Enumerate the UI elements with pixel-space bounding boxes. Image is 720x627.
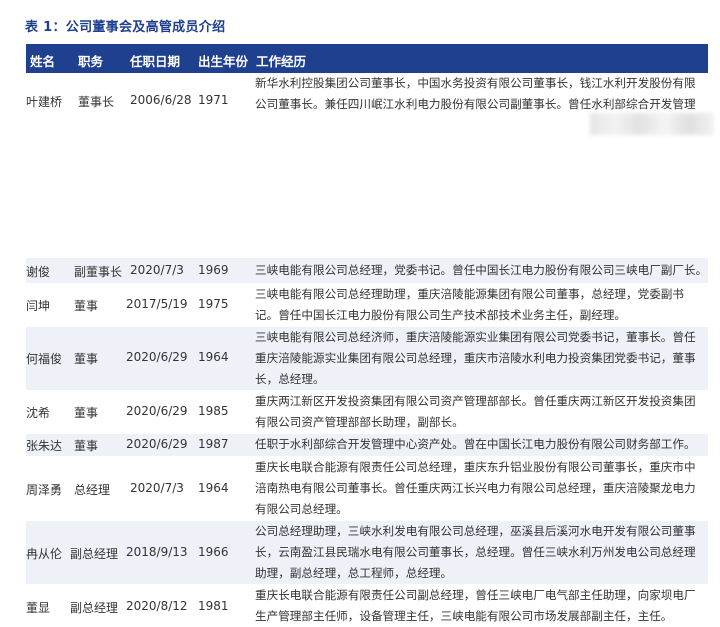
cell-position: 董事长: [78, 95, 115, 109]
header-date: 任职日期: [130, 54, 181, 69]
table-header: 姓名 职务 任职日期 出生年份 工作经历: [26, 44, 708, 73]
table-row: 叶建桥 董事长 2006/6/28 1971 新华水利控股集团公司董事长，中国水…: [26, 73, 708, 258]
blurred-text-redaction: [590, 113, 714, 135]
cell-born: 1971: [198, 93, 229, 107]
cell-born: 1987: [198, 437, 229, 451]
cell-born: 1981: [198, 599, 229, 613]
header-name: 姓名: [30, 54, 56, 69]
cell-name: 冉从伦: [26, 547, 63, 561]
table-row: 冉从伦 副总经理 2018/9/13 1966 公司总经理助理，三峡水利发电有限…: [26, 521, 708, 584]
table-row: 周泽勇 总经理 2020/7/3 1964 重庆长电联合能源有限责任公司总经理，…: [26, 457, 708, 520]
cell-position: 副董事长: [74, 265, 123, 279]
cell-experience: 公司总经理助理，三峡水利发电有限公司总经理，巫溪县后溪河水电开发有限公司董事长，…: [255, 524, 696, 580]
cell-experience: 三峡电能有限公司总经理，党委书记。曾任中国长江电力股份有限公司三峡电厂副厂长。: [255, 263, 708, 277]
cell-experience: 三峡电能有限公司总经济师，重庆涪陵能源实业集团有限公司党委书记，董事长。曾任重庆…: [255, 330, 696, 386]
cell-date: 2017/5/19: [126, 297, 188, 311]
cell-date: 2020/7/3: [130, 263, 184, 277]
cell-experience: 三峡电能有限公司总经理助理，重庆涪陵能源集团有限公司董事，总经理，党委副书记。曾…: [255, 287, 684, 322]
cell-date: 2020/6/29: [126, 437, 188, 451]
cell-position: 董事: [74, 352, 99, 366]
cell-experience: 重庆长电联合能源有限责任公司总经理，重庆东升铝业股份有限公司董事长，重庆市中涪南…: [255, 460, 696, 516]
cell-name: 何福俊: [26, 352, 63, 366]
cell-name: 闫坤: [26, 299, 51, 313]
cell-experience: 重庆长电联合能源有限责任公司副总经理，曾任三峡电厂电气部主任助理，向家坝电厂生产…: [255, 588, 696, 623]
cell-date: 2020/6/29: [126, 404, 188, 418]
header-born: 出生年份: [198, 54, 249, 69]
table-row: 沈希 董事 2020/6/29 1985 重庆两江新区开发投资集团有限公司资产管…: [26, 391, 708, 433]
cell-born: 1964: [198, 481, 229, 495]
cell-position: 董事: [74, 299, 99, 313]
cell-position: 副总经理: [70, 547, 119, 561]
table-row: 董显 副总经理 2020/8/12 1981 重庆长电联合能源有限责任公司副总经…: [26, 585, 708, 627]
cell-born: 1985: [198, 404, 229, 418]
cell-date: 2020/6/29: [126, 350, 188, 364]
table-row: 谢俊 副董事长 2020/7/3 1969 三峡电能有限公司总经理，党委书记。曾…: [26, 258, 708, 283]
cell-name: 周泽勇: [26, 483, 63, 497]
cell-position: 总经理: [74, 483, 111, 497]
cell-name: 谢俊: [26, 265, 51, 279]
header-experience: 工作经历: [256, 54, 307, 69]
table-row: 张朱达 董事 2020/6/29 1987 任职于水利部综合开发管理中心资产处。…: [26, 434, 708, 456]
cell-date: 2020/7/3: [130, 481, 184, 495]
table-row: 何福俊 董事 2020/6/29 1964 三峡电能有限公司总经济师，重庆涪陵能…: [26, 327, 708, 390]
cell-date: 2018/9/13: [126, 545, 188, 559]
cell-born: 1969: [198, 263, 229, 277]
table-title: 表 1：公司董事会及高管成员介绍: [25, 20, 226, 35]
cell-name: 叶建桥: [26, 95, 63, 109]
cell-experience: 重庆两江新区开发投资集团有限公司资产管理部部长。曾任重庆两江新区开发投资集团有限…: [255, 394, 696, 429]
cell-name: 董显: [26, 601, 51, 615]
cell-name: 沈希: [26, 406, 51, 420]
cell-experience: 新华水利控股集团公司董事长，中国水务投资有限公司董事长，钱江水利开发股份有限公司…: [255, 76, 696, 111]
cell-name: 张朱达: [26, 439, 63, 453]
cell-born: 1966: [198, 545, 229, 559]
cell-date: 2020/8/12: [126, 599, 188, 613]
cell-position: 董事: [74, 439, 99, 453]
cell-born: 1975: [198, 297, 229, 311]
header-position: 职务: [78, 54, 104, 69]
cell-experience: 任职于水利部综合开发管理中心资产处。曾在中国长江电力股份有限公司财务部工作。: [255, 437, 696, 451]
cell-born: 1964: [198, 350, 229, 364]
cell-position: 副总经理: [70, 601, 119, 615]
cell-position: 董事: [74, 406, 99, 420]
cell-date: 2006/6/28: [130, 93, 192, 107]
table-row: 闫坤 董事 2017/5/19 1975 三峡电能有限公司总经理助理，重庆涪陵能…: [26, 284, 708, 326]
